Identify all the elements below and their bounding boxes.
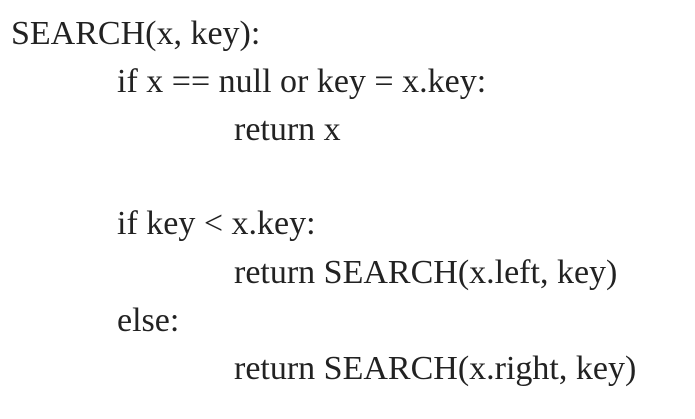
base-case-condition: if x == null or key = x.key:: [117, 63, 487, 100]
left-branch-condition: if key < x.key:: [117, 205, 316, 242]
else-keyword: else:: [117, 302, 180, 339]
pseudocode-block: SEARCH(x, key): if x == null or key = x.…: [0, 0, 695, 419]
right-recursive-return: return SEARCH(x.right, key): [234, 350, 637, 387]
function-signature: SEARCH(x, key):: [11, 15, 261, 52]
base-case-return: return x: [234, 111, 341, 148]
left-recursive-return: return SEARCH(x.left, key): [234, 254, 618, 291]
